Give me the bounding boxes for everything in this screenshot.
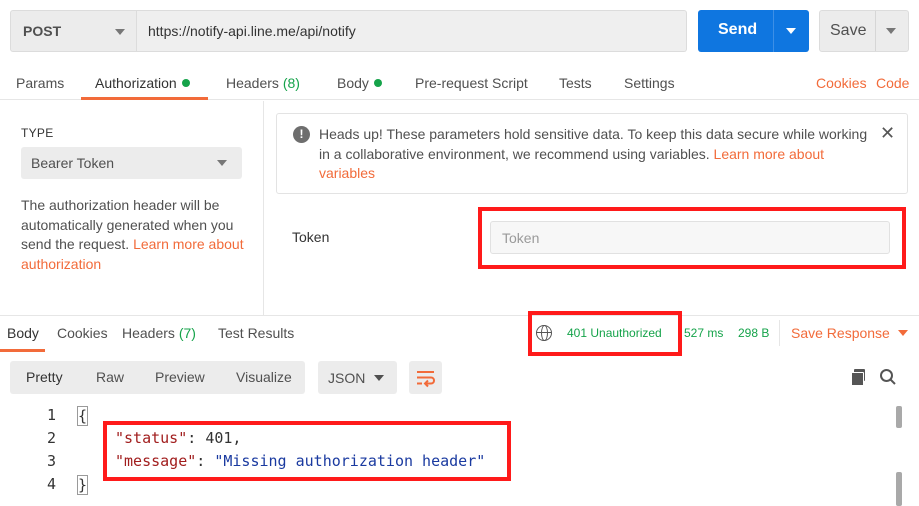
- chevron-down-icon: [897, 330, 908, 336]
- send-divider: [773, 10, 774, 52]
- auth-description: The authorization header will be automat…: [21, 196, 246, 274]
- auth-type-value: Bearer Token: [31, 155, 115, 171]
- tab-headers[interactable]: Headers (8): [226, 75, 300, 91]
- code-line: }: [77, 475, 89, 495]
- json-value: 401: [205, 429, 233, 447]
- tab-response-headers[interactable]: Headers (7): [122, 325, 196, 341]
- code-line: "message": "Missing authorization header…: [115, 452, 485, 470]
- save-label: Save: [830, 22, 867, 39]
- json-comma: ,: [232, 429, 242, 447]
- url-input[interactable]: https://notify-api.line.me/api/notify: [137, 10, 687, 52]
- request-bar: POST https://notify-api.line.me/api/noti…: [10, 10, 909, 52]
- save-response-label: Save Response: [791, 325, 890, 341]
- code-line: {: [77, 406, 89, 426]
- chevron-down-icon: [217, 160, 227, 166]
- code-line: "status": 401,: [115, 429, 241, 447]
- view-mode-bar: Pretty Raw Preview Visualize: [10, 361, 305, 394]
- json-value: "Missing authorization header": [214, 452, 486, 470]
- copy-icon[interactable]: [851, 369, 865, 386]
- chevron-down-icon: [374, 375, 384, 381]
- close-brace: }: [77, 475, 89, 495]
- save-button[interactable]: Save: [819, 10, 909, 52]
- auth-type-select[interactable]: Bearer Token: [21, 147, 242, 179]
- tab-pre-request-script[interactable]: Pre-request Script: [415, 75, 528, 91]
- status-dot: [181, 79, 190, 87]
- status-code[interactable]: 401 Unauthorized: [567, 326, 662, 340]
- tab-authorization[interactable]: Authorization: [95, 75, 190, 91]
- alert-message: Heads up! These parameters hold sensitiv…: [319, 125, 879, 184]
- request-tabs: Params Authorization Headers (8) Body Pr…: [0, 68, 919, 100]
- pretty-button[interactable]: Pretty: [26, 369, 63, 385]
- chevron-down-icon[interactable]: [886, 28, 896, 34]
- tab-label: Headers: [122, 325, 175, 341]
- tab-label: Tests: [559, 75, 592, 91]
- response-size[interactable]: 298 B: [738, 326, 769, 340]
- json-key: "status": [115, 429, 188, 447]
- format-select[interactable]: JSON: [318, 361, 397, 394]
- save-response-button[interactable]: Save Response: [791, 325, 908, 341]
- code-link[interactable]: Code: [876, 75, 909, 91]
- type-label: TYPE: [21, 126, 54, 140]
- tab-response-body[interactable]: Body: [7, 325, 39, 341]
- tab-params[interactable]: Params: [16, 75, 64, 91]
- tab-label: Settings: [624, 75, 675, 91]
- divider: [779, 320, 780, 346]
- line-number: 1: [46, 406, 56, 424]
- json-colon: :: [187, 429, 206, 447]
- open-brace: {: [77, 406, 89, 426]
- chevron-down-icon: [115, 29, 125, 35]
- tab-label: Params: [16, 75, 65, 91]
- tab-tests[interactable]: Tests: [559, 75, 592, 91]
- active-tab-indicator: [81, 97, 208, 100]
- url-value: https://notify-api.line.me/api/notify: [148, 23, 356, 39]
- response-time[interactable]: 527 ms: [684, 326, 723, 340]
- send-label: Send: [718, 21, 758, 38]
- tab-label: Body: [337, 75, 369, 91]
- tab-settings[interactable]: Settings: [624, 75, 675, 91]
- sensitive-data-alert: ! Heads up! These parameters hold sensit…: [276, 113, 908, 194]
- tab-label: Headers: [226, 75, 279, 91]
- tab-count: (8): [282, 75, 300, 91]
- wrap-lines-icon: [417, 371, 435, 388]
- line-number: 2: [46, 429, 56, 447]
- json-colon: :: [196, 452, 215, 470]
- method-select[interactable]: POST: [10, 10, 137, 52]
- tab-response-cookies[interactable]: Cookies: [57, 325, 108, 341]
- tab-count: (7): [178, 325, 196, 341]
- wrap-lines-button[interactable]: [409, 361, 442, 394]
- search-icon[interactable]: [879, 368, 897, 386]
- tab-label: Pre-request Script: [415, 75, 528, 91]
- visualize-button[interactable]: Visualize: [236, 369, 292, 385]
- tab-test-results[interactable]: Test Results: [218, 325, 294, 341]
- tab-label: Authorization: [95, 75, 177, 91]
- line-number: 4: [46, 475, 56, 493]
- active-tab-indicator: [0, 349, 45, 352]
- format-value: JSON: [328, 370, 366, 386]
- chevron-down-icon[interactable]: [786, 28, 796, 34]
- cookies-link[interactable]: Cookies: [816, 75, 867, 91]
- scrollbar[interactable]: [896, 406, 902, 506]
- save-divider: [875, 11, 876, 51]
- send-button[interactable]: Send: [698, 10, 809, 52]
- auth-type-panel: TYPE Bearer Token The authorization head…: [0, 101, 264, 315]
- raw-button[interactable]: Raw: [96, 369, 124, 385]
- json-key: "message": [115, 452, 197, 470]
- response-tabs: Body Cookies Headers (7) Test Results 40…: [0, 316, 919, 352]
- response-body-viewer[interactable]: 1 2 3 4 { "status": 401, "message": "Mis…: [0, 404, 919, 506]
- preview-button[interactable]: Preview: [155, 369, 205, 385]
- token-label: Token: [292, 229, 330, 245]
- token-input[interactable]: [490, 221, 890, 254]
- status-dot: [373, 79, 382, 87]
- globe-icon[interactable]: [536, 325, 552, 341]
- close-icon[interactable]: ✕: [880, 123, 895, 144]
- tab-body[interactable]: Body: [337, 75, 382, 91]
- info-icon: !: [293, 126, 310, 143]
- line-number: 3: [46, 452, 56, 470]
- method-value: POST: [23, 23, 62, 39]
